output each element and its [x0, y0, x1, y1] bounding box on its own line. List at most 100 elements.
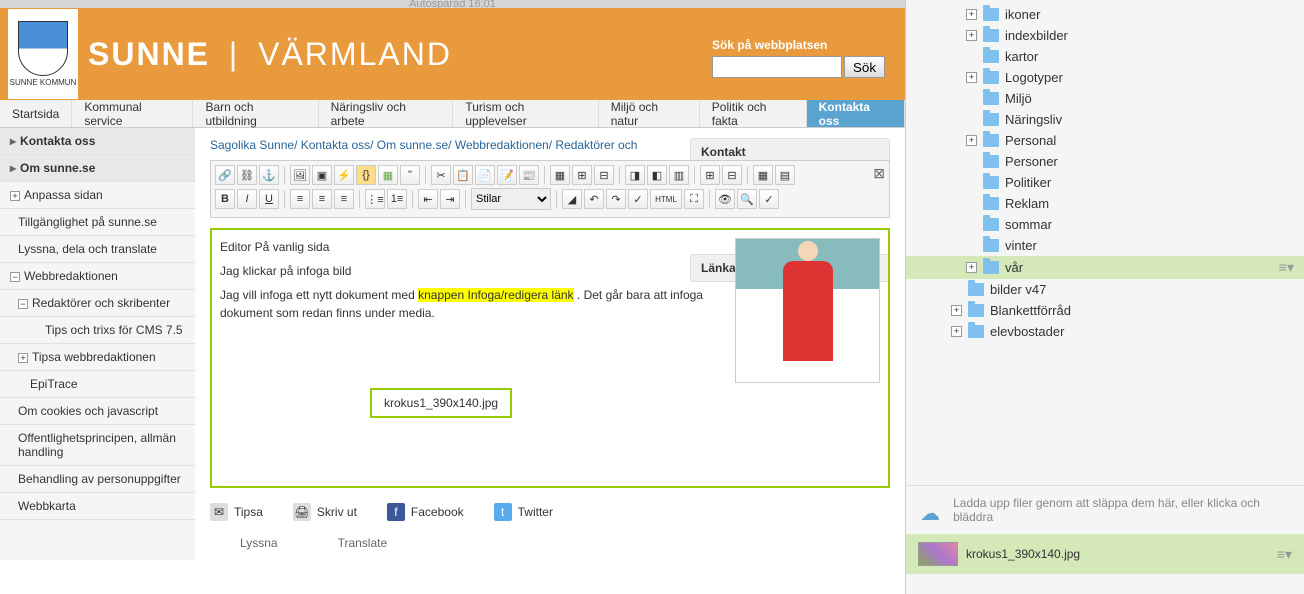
tree-item-näringsliv[interactable]: +Näringsliv: [906, 109, 1304, 130]
sidebar-item-8[interactable]: +Tipsa webbredaktionen: [0, 344, 195, 371]
expand-icon[interactable]: −: [18, 299, 28, 309]
clear-icon[interactable]: ✓: [628, 189, 648, 209]
eraser-icon[interactable]: ◢: [562, 189, 582, 209]
style-select[interactable]: Stilar: [471, 188, 551, 210]
tree-expand-icon[interactable]: +: [966, 262, 977, 273]
site-logo[interactable]: SUNNE KOMMUN: [8, 9, 78, 99]
sidebar-item-6[interactable]: −Redaktörer och skribenter: [0, 290, 195, 317]
inserted-image[interactable]: [735, 238, 880, 383]
undo-icon[interactable]: ↶: [584, 189, 604, 209]
share-tipsa[interactable]: ✉Tipsa: [210, 503, 263, 521]
paste-text-icon[interactable]: 📝: [497, 165, 517, 185]
tree-item-miljö[interactable]: +Miljö: [906, 88, 1304, 109]
sidebar-item-13[interactable]: Webbkarta: [0, 493, 195, 520]
expand-icon[interactable]: +: [10, 191, 20, 201]
breadcrumb-link-3[interactable]: Webbredaktionen: [455, 138, 549, 152]
breadcrumb-link-4[interactable]: Redaktörer och: [555, 138, 637, 152]
tree-item-kartor[interactable]: +kartor: [906, 46, 1304, 67]
share-facebook[interactable]: fFacebook: [387, 503, 464, 521]
bold-icon[interactable]: B: [215, 189, 235, 209]
number-list-icon[interactable]: 1≡: [387, 189, 407, 209]
footer-link-translate[interactable]: Translate: [338, 536, 388, 550]
col-before-icon[interactable]: ◨: [625, 165, 645, 185]
sidebar-item-0[interactable]: ▸Kontakta oss: [0, 128, 195, 155]
merge-cells-icon[interactable]: ⊞: [700, 165, 720, 185]
tree-expand-icon[interactable]: +: [966, 30, 977, 41]
nav-item-4[interactable]: Turism och upplevelser: [453, 100, 598, 127]
sidebar-item-11[interactable]: Offentlighetsprincipen, allmän handling: [0, 425, 195, 466]
sidebar-item-2[interactable]: +Anpassa sidan: [0, 182, 195, 209]
tree-item-reklam[interactable]: +Reklam: [906, 193, 1304, 214]
paste-icon[interactable]: 📄: [475, 165, 495, 185]
tree-item-sommar[interactable]: +sommar: [906, 214, 1304, 235]
editor-content-area[interactable]: Editor På vanlig sida Jag klickar på inf…: [210, 228, 890, 488]
nav-item-2[interactable]: Barn och utbildning: [193, 100, 318, 127]
paste-word-icon[interactable]: 📰: [519, 165, 539, 185]
sidebar-item-5[interactable]: −Webbredaktionen: [0, 263, 195, 290]
nav-item-0[interactable]: Startsida: [0, 100, 72, 127]
unlink-icon[interactable]: ⛓: [237, 165, 257, 185]
tree-item-vår[interactable]: +vår≡▾: [906, 256, 1304, 279]
insert-icon[interactable]: ▦: [378, 165, 398, 185]
split-cells-icon[interactable]: ⊟: [722, 165, 742, 185]
share-twitter[interactable]: tTwitter: [494, 503, 553, 521]
italic-icon[interactable]: I: [237, 189, 257, 209]
nav-item-6[interactable]: Politik och fakta: [700, 100, 807, 127]
sidebar-item-1[interactable]: ▸Om sunne.se: [0, 155, 195, 182]
align-left-icon[interactable]: ≡: [290, 189, 310, 209]
fullscreen-icon[interactable]: ⛶: [684, 189, 704, 209]
row-delete-icon[interactable]: ⊟: [594, 165, 614, 185]
tree-item-blankettförråd[interactable]: +Blankettförråd: [906, 300, 1304, 321]
row-props-icon[interactable]: ▤: [775, 165, 795, 185]
nav-item-3[interactable]: Näringsliv och arbete: [319, 100, 454, 127]
breadcrumb-link-1[interactable]: Kontakta oss: [301, 138, 370, 152]
tree-expand-icon[interactable]: +: [966, 9, 977, 20]
cut-icon[interactable]: ✂: [431, 165, 451, 185]
row-insert-icon[interactable]: ⊞: [572, 165, 592, 185]
html-button[interactable]: HTML: [650, 189, 682, 209]
breadcrumb-link-0[interactable]: Sagolika Sunne: [210, 138, 294, 152]
file-row-selected[interactable]: krokus1_390x140.jpg ≡▾: [906, 534, 1304, 574]
tree-expand-icon[interactable]: +: [951, 305, 962, 316]
nav-item-1[interactable]: Kommunal service: [72, 100, 193, 127]
tree-item-ikoner[interactable]: +ikoner: [906, 4, 1304, 25]
tree-item-bilder-v47[interactable]: +bilder v47: [906, 279, 1304, 300]
tree-item-logotyper[interactable]: +Logotyper: [906, 67, 1304, 88]
anchor-icon[interactable]: ⚓: [259, 165, 279, 185]
bullet-list-icon[interactable]: ⋮≡: [365, 189, 385, 209]
sidebar-item-9[interactable]: EpiTrace: [0, 371, 195, 398]
cell-props-icon[interactable]: ▦: [753, 165, 773, 185]
tree-menu-icon[interactable]: ≡▾: [1279, 259, 1294, 276]
file-menu-icon[interactable]: ≡▾: [1277, 546, 1292, 563]
sidebar-item-10[interactable]: Om cookies och javascript: [0, 398, 195, 425]
search-button[interactable]: Sök: [844, 56, 885, 78]
media-icon[interactable]: ▣: [312, 165, 332, 185]
expand-icon[interactable]: −: [10, 272, 20, 282]
tree-expand-icon[interactable]: +: [966, 72, 977, 83]
upload-dropzone[interactable]: ☁ Ladda upp filer genom att släppa dem h…: [906, 485, 1304, 534]
preview-icon[interactable]: 👁: [715, 189, 735, 209]
align-center-icon[interactable]: ≡: [312, 189, 332, 209]
spellcheck-icon[interactable]: ✓: [759, 189, 779, 209]
outdent-icon[interactable]: ⇤: [418, 189, 438, 209]
tree-expand-icon[interactable]: +: [951, 326, 962, 337]
redo-icon[interactable]: ↷: [606, 189, 626, 209]
footer-link-listen[interactable]: Lyssna: [240, 536, 278, 550]
nav-item-7[interactable]: Kontakta oss: [807, 100, 905, 127]
sidebar-item-3[interactable]: Tillgänglighet på sunne.se: [0, 209, 195, 236]
tree-expand-icon[interactable]: +: [966, 135, 977, 146]
table-icon[interactable]: ▦: [550, 165, 570, 185]
tree-item-politiker[interactable]: +Politiker: [906, 172, 1304, 193]
search-input[interactable]: [712, 56, 842, 78]
flash-icon[interactable]: ⚡: [334, 165, 354, 185]
tree-item-indexbilder[interactable]: +indexbilder: [906, 25, 1304, 46]
code-icon[interactable]: {}: [356, 165, 376, 185]
share-skriv ut[interactable]: 🖨Skriv ut: [293, 503, 357, 521]
expand-icon[interactable]: +: [18, 353, 28, 363]
tree-item-vinter[interactable]: +vinter: [906, 235, 1304, 256]
quote-icon[interactable]: ": [400, 165, 420, 185]
close-icon[interactable]: ⊠: [873, 165, 885, 182]
copy-icon[interactable]: 📋: [453, 165, 473, 185]
sidebar-item-4[interactable]: Lyssna, dela och translate: [0, 236, 195, 263]
sidebar-item-12[interactable]: Behandling av personuppgifter: [0, 466, 195, 493]
